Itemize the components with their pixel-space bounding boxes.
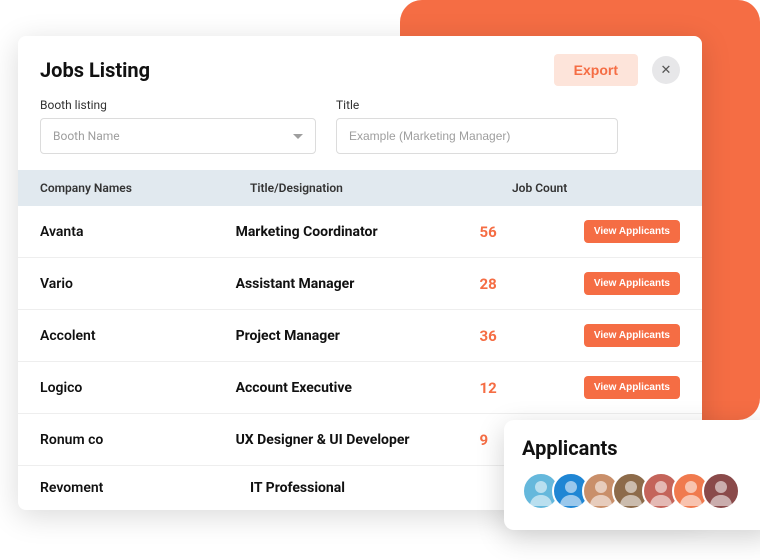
close-icon: ✕: [661, 63, 672, 78]
col-title: Title/Designation: [250, 181, 512, 195]
col-count: Job Count: [512, 181, 624, 195]
table-row: LogicoAccount Executive12View Applicants: [18, 362, 702, 414]
view-applicants-button[interactable]: View Applicants: [584, 220, 680, 243]
cell-company: Ronum co: [40, 432, 236, 448]
avatar-row: [522, 472, 756, 510]
cell-count: 56: [480, 223, 584, 241]
cell-title: Account Executive: [236, 380, 480, 396]
cell-action: View Applicants: [584, 220, 680, 243]
export-button[interactable]: Export: [554, 54, 638, 86]
cell-company: Vario: [40, 276, 236, 292]
booth-filter: Booth listing Booth Name: [40, 98, 316, 154]
filters-row: Booth listing Booth Name Title: [18, 92, 702, 170]
booth-filter-label: Booth listing: [40, 98, 316, 112]
avatar: [702, 472, 740, 510]
table-header: Company Names Title/Designation Job Coun…: [18, 170, 702, 206]
close-button[interactable]: ✕: [652, 56, 680, 84]
table-row: AccolentProject Manager36View Applicants: [18, 310, 702, 362]
view-applicants-button[interactable]: View Applicants: [584, 272, 680, 295]
cell-count: 36: [480, 327, 584, 345]
table-row: Vario Assistant Manager28View Applicants: [18, 258, 702, 310]
cell-count: 28: [480, 275, 584, 293]
cell-company: Accolent: [40, 328, 236, 344]
cell-company: Logico: [40, 380, 236, 396]
cell-title: Project Manager: [236, 328, 480, 344]
cell-title: UX Designer & UI Developer: [236, 432, 480, 448]
col-company: Company Names: [40, 181, 250, 195]
cell-action: View Applicants: [584, 324, 680, 347]
cell-company: Avanta: [40, 224, 236, 240]
cell-title: IT Professional: [250, 480, 512, 496]
title-filter: Title: [336, 98, 618, 154]
applicants-card: Applicants: [504, 420, 760, 530]
cell-count: 12: [480, 379, 584, 397]
view-applicants-button[interactable]: View Applicants: [584, 324, 680, 347]
cell-title: Marketing Coordinator: [236, 224, 480, 240]
cell-action: View Applicants: [584, 272, 680, 295]
booth-select[interactable]: Booth Name: [40, 118, 316, 154]
applicants-title: Applicants: [522, 436, 756, 460]
booth-select-placeholder: Booth Name: [53, 129, 120, 143]
view-applicants-button[interactable]: View Applicants: [584, 376, 680, 399]
title-filter-label: Title: [336, 98, 618, 112]
header-actions: Export ✕: [554, 54, 680, 86]
cell-company: Revoment: [40, 480, 250, 496]
cell-title: Assistant Manager: [236, 276, 480, 292]
table-row: AvantaMarketing Coordinator56View Applic…: [18, 206, 702, 258]
chevron-down-icon: [293, 134, 303, 139]
page-title: Jobs Listing: [40, 58, 150, 82]
cell-action: View Applicants: [584, 376, 680, 399]
title-input[interactable]: [336, 118, 618, 154]
card-header: Jobs Listing Export ✕: [18, 54, 702, 92]
